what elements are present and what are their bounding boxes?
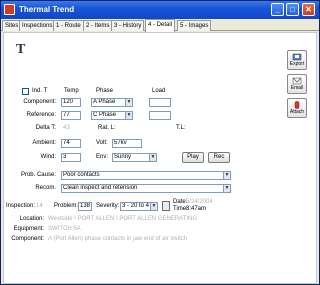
- inspection-label: Inspection:: [6, 203, 36, 209]
- tab-detail[interactable]: 4 - Detail: [145, 19, 176, 32]
- rat-l-label: Rat. L:: [98, 125, 116, 131]
- volt-input[interactable]: 57kv: [112, 139, 142, 148]
- chevron-down-icon: ▼: [125, 112, 132, 119]
- problem-label: Problem:: [54, 203, 79, 209]
- window-title: Thermal Trend: [19, 5, 75, 14]
- recom-value: Clean inspect and retension: [63, 185, 138, 191]
- main-window: Thermal Trend _ □ ✕ Sites Inspections 1 …: [0, 0, 320, 285]
- chevron-down-icon: ▼: [149, 154, 156, 161]
- detail-panel: T Export Email Attach Ind. T Temp Phase …: [3, 32, 317, 284]
- volt-label: Volt:: [96, 140, 108, 146]
- delta-t-label: Delta T:: [35, 125, 56, 131]
- tab-images[interactable]: 5 - Images: [177, 20, 212, 31]
- component-phase-value: A Phase: [93, 99, 116, 105]
- chevron-down-icon: ▼: [223, 172, 230, 179]
- delta-t-value: 43: [63, 125, 70, 131]
- app-icon: [4, 4, 15, 15]
- ambient-label: Ambient:: [32, 140, 56, 146]
- prob-cause-value: Poor contacts: [63, 172, 100, 178]
- time-value: 8:47am: [186, 206, 207, 212]
- recom-label: Recom.: [35, 185, 56, 191]
- tab-items[interactable]: 2 - Items: [83, 20, 113, 31]
- inspection-value: 14: [36, 203, 43, 209]
- recom-select[interactable]: Clean inspect and retension ▼: [61, 184, 231, 193]
- problem-input[interactable]: 138: [78, 202, 92, 211]
- email-icon: [292, 77, 302, 85]
- equipment-label: Equipment:: [13, 226, 44, 232]
- component-temp-input[interactable]: 120: [61, 98, 81, 107]
- chevron-down-icon: ▼: [125, 99, 132, 106]
- ind-t-header: Ind. T: [32, 88, 48, 94]
- email-button[interactable]: Email: [287, 74, 307, 94]
- attach-icon: [294, 101, 300, 109]
- export-icon: [292, 53, 302, 61]
- attach-button[interactable]: Attach: [287, 98, 307, 118]
- component-footer-value: A (Port Allen) phase contacts in jaw end…: [48, 236, 188, 242]
- tab-route[interactable]: 1 - Route: [53, 20, 84, 31]
- date-value: 5/24/2004: [186, 199, 213, 205]
- wind-label: Wind:: [40, 154, 56, 160]
- severity-value: 3 - 20 to 4: [122, 203, 150, 209]
- thermal-logo: T: [16, 42, 26, 57]
- env-select[interactable]: Sunny ▼: [112, 153, 157, 162]
- play-button[interactable]: Play: [182, 152, 204, 163]
- reference-label: Reference:: [26, 112, 56, 118]
- ind-t-checkbox[interactable]: [22, 88, 29, 95]
- location-label: Location:: [19, 216, 44, 222]
- component-phase-select[interactable]: A Phase ▼: [91, 98, 133, 107]
- attach-label: Attach: [289, 109, 305, 115]
- load-header: Load: [152, 88, 166, 94]
- export-button[interactable]: Export: [287, 50, 307, 70]
- equipment-value: SWITCH 5A: [48, 226, 81, 232]
- temp-header: Temp: [64, 88, 79, 94]
- chevron-down-icon: ▼: [223, 185, 230, 192]
- reference-phase-select[interactable]: C Phase ▼: [91, 111, 133, 120]
- location-value: Westside \ PORT ALLEN \ PORT ALLEN GENER…: [48, 216, 198, 222]
- env-label: Env:: [96, 154, 109, 160]
- prob-cause-label: Prob. Cause:: [20, 172, 56, 178]
- chevron-down-icon: ▼: [150, 203, 157, 210]
- reference-load-input[interactable]: [149, 111, 171, 120]
- component-load-input[interactable]: [149, 98, 171, 107]
- severity-select[interactable]: 3 - 20 to 4 ▼: [120, 202, 158, 211]
- close-button[interactable]: ✕: [302, 3, 315, 16]
- component-footer-label: Component:: [11, 236, 44, 242]
- calendar-icon[interactable]: [162, 201, 170, 211]
- rec-button[interactable]: Rec: [208, 152, 230, 163]
- prob-cause-select[interactable]: Poor contacts ▼: [61, 171, 231, 180]
- tl-label: T.L:: [176, 125, 186, 131]
- tab-bar: Sites Inspections 1 - Route 2 - Items 3 …: [1, 19, 319, 32]
- tab-inspections[interactable]: Inspections: [19, 20, 56, 31]
- wind-input[interactable]: 3: [61, 153, 81, 162]
- export-label: Export: [289, 61, 305, 67]
- ambient-input[interactable]: 74: [61, 139, 81, 148]
- reference-temp-input[interactable]: 77: [61, 111, 81, 120]
- title-bar[interactable]: Thermal Trend _ □ ✕: [1, 1, 319, 19]
- env-value: Sunny: [114, 154, 132, 160]
- severity-label: Severity:: [96, 203, 120, 209]
- maximize-button[interactable]: □: [286, 3, 299, 16]
- email-label: Email: [290, 85, 304, 91]
- reference-phase-value: C Phase: [93, 112, 117, 118]
- tab-history[interactable]: 3 - History: [111, 20, 145, 31]
- phase-header: Phase: [96, 88, 114, 94]
- minimize-button[interactable]: _: [271, 3, 284, 16]
- component-label: Component:: [23, 99, 56, 105]
